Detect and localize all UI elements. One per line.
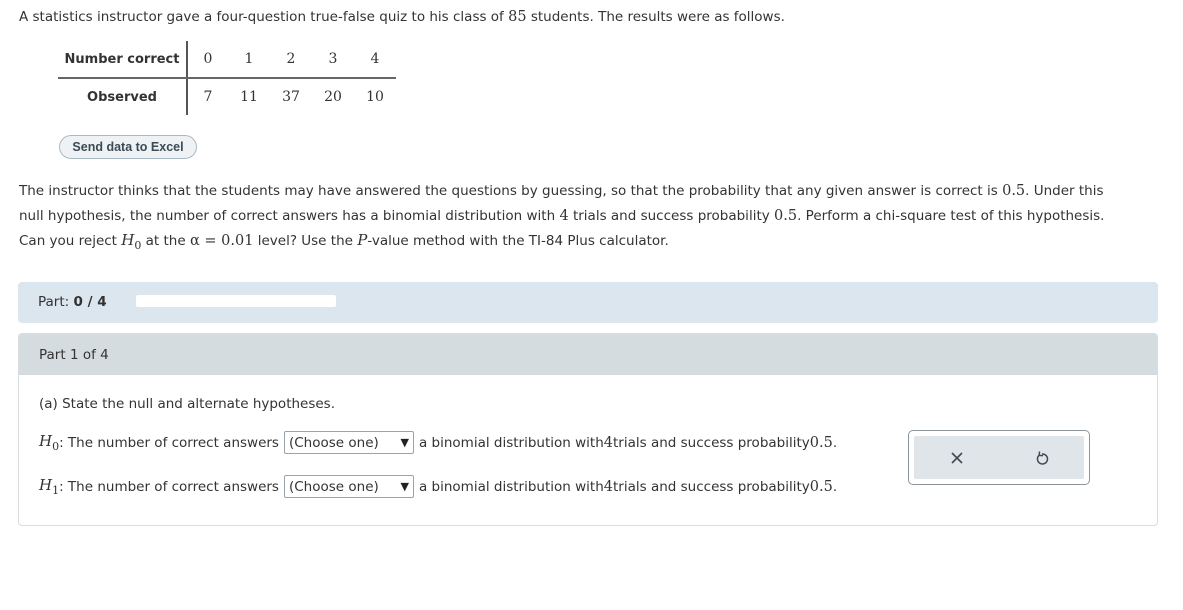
- select-value: (Choose one): [288, 434, 379, 451]
- probability-value: 0.5: [774, 207, 798, 224]
- number-correct-cell: 1: [228, 41, 270, 79]
- intro-text-before: A statistics instructor gave a four-ques…: [19, 9, 509, 25]
- send-to-excel-button[interactable]: Send data to Excel: [59, 135, 197, 159]
- hypothesis-text: .: [832, 478, 838, 495]
- select-value: (Choose one): [288, 478, 379, 495]
- trials-value: 4: [559, 207, 569, 224]
- answer-actions-inner: [914, 436, 1084, 479]
- number-correct-cell: 2: [270, 41, 312, 79]
- hypothesis-text: a binomial distribution with: [418, 478, 604, 495]
- clear-button[interactable]: [937, 440, 977, 476]
- progress-label: Part: 0 / 4: [38, 294, 107, 310]
- part-header: Part 1 of 4: [19, 334, 1157, 375]
- problem-line-3: Can you reject H0 at the α = 0.01 level?…: [19, 228, 1169, 259]
- hypothesis-text: .: [832, 434, 838, 451]
- observed-cell: 11: [240, 89, 258, 105]
- question-label: (a) State the null and alternate hypothe…: [39, 396, 336, 412]
- problem-line-1: The instructor thinks that the students …: [19, 179, 1169, 204]
- number-correct-cell: 0: [187, 41, 228, 79]
- number-correct-cell: 4: [354, 41, 396, 79]
- intro-text-after: students. The results were as follows.: [526, 9, 785, 25]
- observed-cell: 37: [282, 89, 300, 105]
- text: trials and success probability: [568, 207, 775, 224]
- h0-symbol: H0: [39, 432, 59, 453]
- observed-header: Observed: [58, 78, 188, 115]
- undo-button[interactable]: [1022, 440, 1062, 476]
- text: null hypothesis, the number of correct a…: [19, 207, 560, 224]
- problem-statement: The instructor thinks that the students …: [19, 179, 1169, 259]
- probability-value: 0.5: [1002, 183, 1026, 199]
- text: The instructor thinks that the students …: [19, 183, 1003, 199]
- h1-relation-select[interactable]: (Choose one) ▼: [283, 475, 414, 498]
- text: level? Use the: [253, 233, 358, 249]
- progress-value: 0 / 4: [73, 294, 107, 310]
- text: Can you reject: [19, 233, 122, 249]
- h-subscript: 1: [52, 484, 60, 497]
- text: -value method with the TI-84 Plus calcul…: [367, 233, 669, 249]
- hypothesis-text: trials and success probability: [613, 478, 810, 495]
- probability-value: 0.5: [809, 434, 833, 451]
- problem-line-2: null hypothesis, the number of correct a…: [19, 204, 1169, 229]
- hypothesis-text: : The number of correct answers: [59, 478, 279, 495]
- hypothesis-text: : The number of correct answers: [59, 434, 279, 451]
- trials-value: 4: [603, 434, 613, 451]
- number-correct-header: Number correct: [58, 41, 188, 79]
- h-letter: H: [121, 231, 135, 249]
- p-symbol: P: [357, 231, 368, 249]
- text: at the: [141, 233, 190, 249]
- text: . Under this: [1025, 183, 1104, 199]
- progress-label-text: Part:: [38, 294, 74, 310]
- x-icon: [950, 451, 963, 464]
- class-size: 85: [508, 9, 527, 25]
- h-letter: H: [39, 432, 53, 450]
- results-table: Number correct 0 1 2 3 4 Observed 7 11 3…: [58, 41, 396, 115]
- progress-bar: [136, 295, 336, 307]
- observed-cell: 7: [203, 89, 213, 105]
- h0-relation-select[interactable]: (Choose one) ▼: [283, 431, 414, 454]
- probability-value: 0.5: [809, 478, 833, 495]
- hypothesis-text: trials and success probability: [613, 434, 810, 451]
- h-subscript: 0: [52, 440, 60, 453]
- dropdown-arrow-icon: ▼: [400, 436, 409, 449]
- h1-symbol: H1: [39, 476, 59, 497]
- hypothesis-text: a binomial distribution with: [418, 434, 604, 451]
- progress-section: Part: 0 / 4: [18, 282, 1158, 323]
- alternate-hypothesis-row: H1 : The number of correct answers (Choo…: [39, 475, 837, 498]
- h-letter: H: [39, 476, 53, 494]
- dropdown-arrow-icon: ▼: [400, 480, 409, 493]
- observed-cell: 20: [324, 89, 342, 105]
- undo-icon: [1036, 450, 1048, 465]
- number-correct-row: Number correct 0 1 2 3 4: [58, 41, 396, 79]
- h0-symbol: H0: [121, 231, 141, 252]
- answer-actions: [908, 430, 1090, 485]
- trials-value: 4: [603, 478, 613, 495]
- observed-cell: 10: [366, 89, 384, 105]
- alpha-value: α = 0.01: [189, 233, 254, 249]
- text: . Perform a chi-square test of this hypo…: [797, 207, 1105, 224]
- observed-row: Observed 7 11 37 20 10: [58, 78, 396, 115]
- null-hypothesis-row: H0 : The number of correct answers (Choo…: [39, 431, 837, 454]
- intro-text: A statistics instructor gave a four-ques…: [19, 9, 785, 25]
- number-correct-cell: 3: [312, 41, 354, 79]
